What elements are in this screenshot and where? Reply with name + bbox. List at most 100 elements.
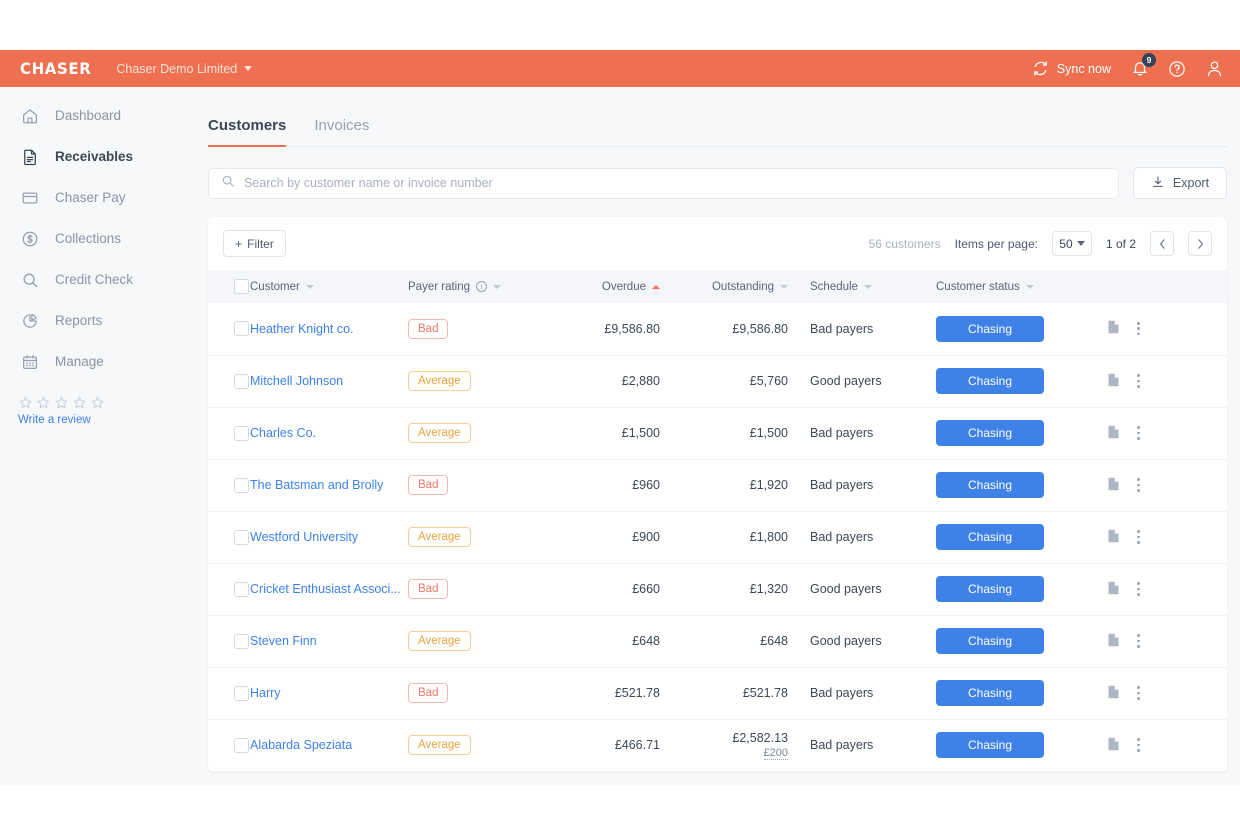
sidebar-item-manage[interactable]: Manage <box>0 341 196 382</box>
invoice-document-icon[interactable] <box>1106 372 1121 391</box>
th-overdue[interactable]: Overdue <box>544 270 660 303</box>
customer-status-button[interactable]: Chasing <box>936 315 1044 342</box>
invoice-document-icon[interactable] <box>1106 632 1121 651</box>
previous-page-button[interactable] <box>1150 231 1174 256</box>
customer-link[interactable]: Mitchell Johnson <box>250 374 343 388</box>
org-switcher[interactable]: Chaser Demo Limited <box>116 62 253 76</box>
brand-logo[interactable]: CHASER <box>20 59 91 78</box>
row-overflow-menu-icon[interactable] <box>1137 374 1140 388</box>
overdue-cell: £648 <box>544 615 660 668</box>
row-checkbox[interactable] <box>234 373 249 389</box>
customer-status-cell: Chasing <box>936 511 1106 564</box>
star-rating[interactable] <box>18 395 196 410</box>
customer-status-button[interactable]: Chasing <box>936 524 1044 550</box>
row-checkbox[interactable] <box>234 477 249 493</box>
notification-badge: 9 <box>1142 53 1156 67</box>
invoice-document-icon[interactable] <box>1106 319 1121 338</box>
row-checkbox[interactable] <box>234 425 249 441</box>
sidebar-item-chaser-pay[interactable]: Chaser Pay <box>0 177 196 218</box>
customer-status-button[interactable]: Chasing <box>936 420 1044 446</box>
sidebar-item-receivables[interactable]: Receivables <box>0 136 196 177</box>
row-checkbox[interactable] <box>234 685 249 701</box>
schedule-cell: Bad payers <box>788 511 936 564</box>
search-box[interactable] <box>208 167 1119 199</box>
th-schedule-label: Schedule <box>810 280 858 293</box>
row-overflow-menu-icon[interactable] <box>1137 322 1140 336</box>
customer-status-button[interactable]: Chasing <box>936 472 1044 498</box>
sort-arrow-icon <box>863 284 872 289</box>
th-schedule[interactable]: Schedule <box>788 270 936 303</box>
customer-status-button[interactable]: Chasing <box>936 680 1044 706</box>
write-a-review-link[interactable]: Write a review <box>18 414 196 426</box>
customer-status-button[interactable]: Chasing <box>936 732 1044 758</box>
sidebar: Dashboard Receivables Chaser Pay Collect… <box>0 87 196 785</box>
main-content: Customers Invoices Export <box>196 87 1240 785</box>
filter-button[interactable]: + Filter <box>223 230 286 257</box>
sidebar-item-dashboard[interactable]: Dashboard <box>0 95 196 136</box>
customer-link[interactable]: Harry <box>250 686 281 700</box>
th-customer[interactable]: Customer <box>250 270 408 303</box>
row-checkbox[interactable] <box>234 581 249 597</box>
invoice-document-icon[interactable] <box>1106 528 1121 547</box>
invoice-document-icon[interactable] <box>1106 580 1121 599</box>
outstanding-cell: £1,800 <box>660 511 788 564</box>
schedule-cell: Bad payers <box>788 459 936 512</box>
user-avatar-icon[interactable] <box>1205 59 1224 78</box>
row-overflow-menu-icon[interactable] <box>1137 582 1140 596</box>
plus-icon: + <box>235 236 243 251</box>
payer-rating-cell: Bad <box>408 563 544 616</box>
download-icon <box>1151 175 1165 192</box>
sync-now-button[interactable]: Sync now <box>1032 60 1111 77</box>
sidebar-item-credit-check[interactable]: Credit Check <box>0 259 196 300</box>
info-icon[interactable]: i <box>476 281 488 292</box>
customer-status-button[interactable]: Chasing <box>936 576 1044 602</box>
row-checkbox[interactable] <box>234 529 249 545</box>
tab-invoices[interactable]: Invoices <box>314 117 369 146</box>
row-checkbox[interactable] <box>234 321 249 337</box>
star-icon <box>55 396 68 409</box>
notifications-button[interactable]: 9 <box>1130 53 1156 78</box>
customer-link[interactable]: Steven Finn <box>250 634 317 648</box>
row-overflow-menu-icon[interactable] <box>1137 686 1140 700</box>
row-checkbox[interactable] <box>234 633 249 649</box>
customer-status-button[interactable]: Chasing <box>936 368 1044 394</box>
search-input[interactable] <box>244 176 1106 190</box>
row-overflow-menu-icon[interactable] <box>1137 634 1140 648</box>
invoice-document-icon[interactable] <box>1106 424 1121 443</box>
select-all-checkbox[interactable] <box>234 279 249 294</box>
row-overflow-menu-icon[interactable] <box>1137 426 1140 440</box>
row-checkbox[interactable] <box>234 737 249 753</box>
th-payer-rating-label: Payer rating <box>408 280 471 293</box>
row-overflow-menu-icon[interactable] <box>1137 530 1140 544</box>
overdue-cell: £466.71 <box>544 719 660 772</box>
sidebar-item-reports[interactable]: Reports <box>0 300 196 341</box>
th-outstanding[interactable]: Outstanding <box>660 270 788 303</box>
invoice-document-icon[interactable] <box>1106 476 1121 495</box>
payer-rating-cell: Average <box>408 615 544 668</box>
outstanding-secondary-value[interactable]: £200 <box>763 747 788 760</box>
review-widget: Write a review <box>0 395 196 426</box>
customer-link[interactable]: Cricket Enthusiast Associ... <box>250 582 401 596</box>
row-overflow-menu-icon[interactable] <box>1137 738 1140 752</box>
customer-link[interactable]: Alabarda Speziata <box>250 738 352 752</box>
tab-customers[interactable]: Customers <box>208 117 287 147</box>
next-page-button[interactable] <box>1188 231 1212 256</box>
star-icon <box>19 396 32 409</box>
customer-link[interactable]: Heather Knight co. <box>250 322 354 336</box>
customer-cell: Alabarda Speziata <box>250 719 408 772</box>
sidebar-item-collections[interactable]: Collections <box>0 218 196 259</box>
row-overflow-menu-icon[interactable] <box>1137 478 1140 492</box>
export-button[interactable]: Export <box>1133 167 1227 199</box>
invoice-document-icon[interactable] <box>1106 736 1121 755</box>
invoice-document-icon[interactable] <box>1106 684 1121 703</box>
customer-link[interactable]: Westford University <box>250 530 358 544</box>
th-payer-rating[interactable]: Payer rating i <box>408 270 544 303</box>
customer-status-button[interactable]: Chasing <box>936 628 1044 654</box>
items-per-page-select[interactable]: 50 <box>1051 231 1092 256</box>
outstanding-value: £1,500 <box>749 426 788 440</box>
help-icon[interactable] <box>1168 60 1186 78</box>
sidebar-label: Reports <box>55 313 103 328</box>
customer-link[interactable]: Charles Co. <box>250 426 316 440</box>
customer-link[interactable]: The Batsman and Brolly <box>250 478 383 492</box>
th-customer-status[interactable]: Customer status <box>936 270 1106 303</box>
